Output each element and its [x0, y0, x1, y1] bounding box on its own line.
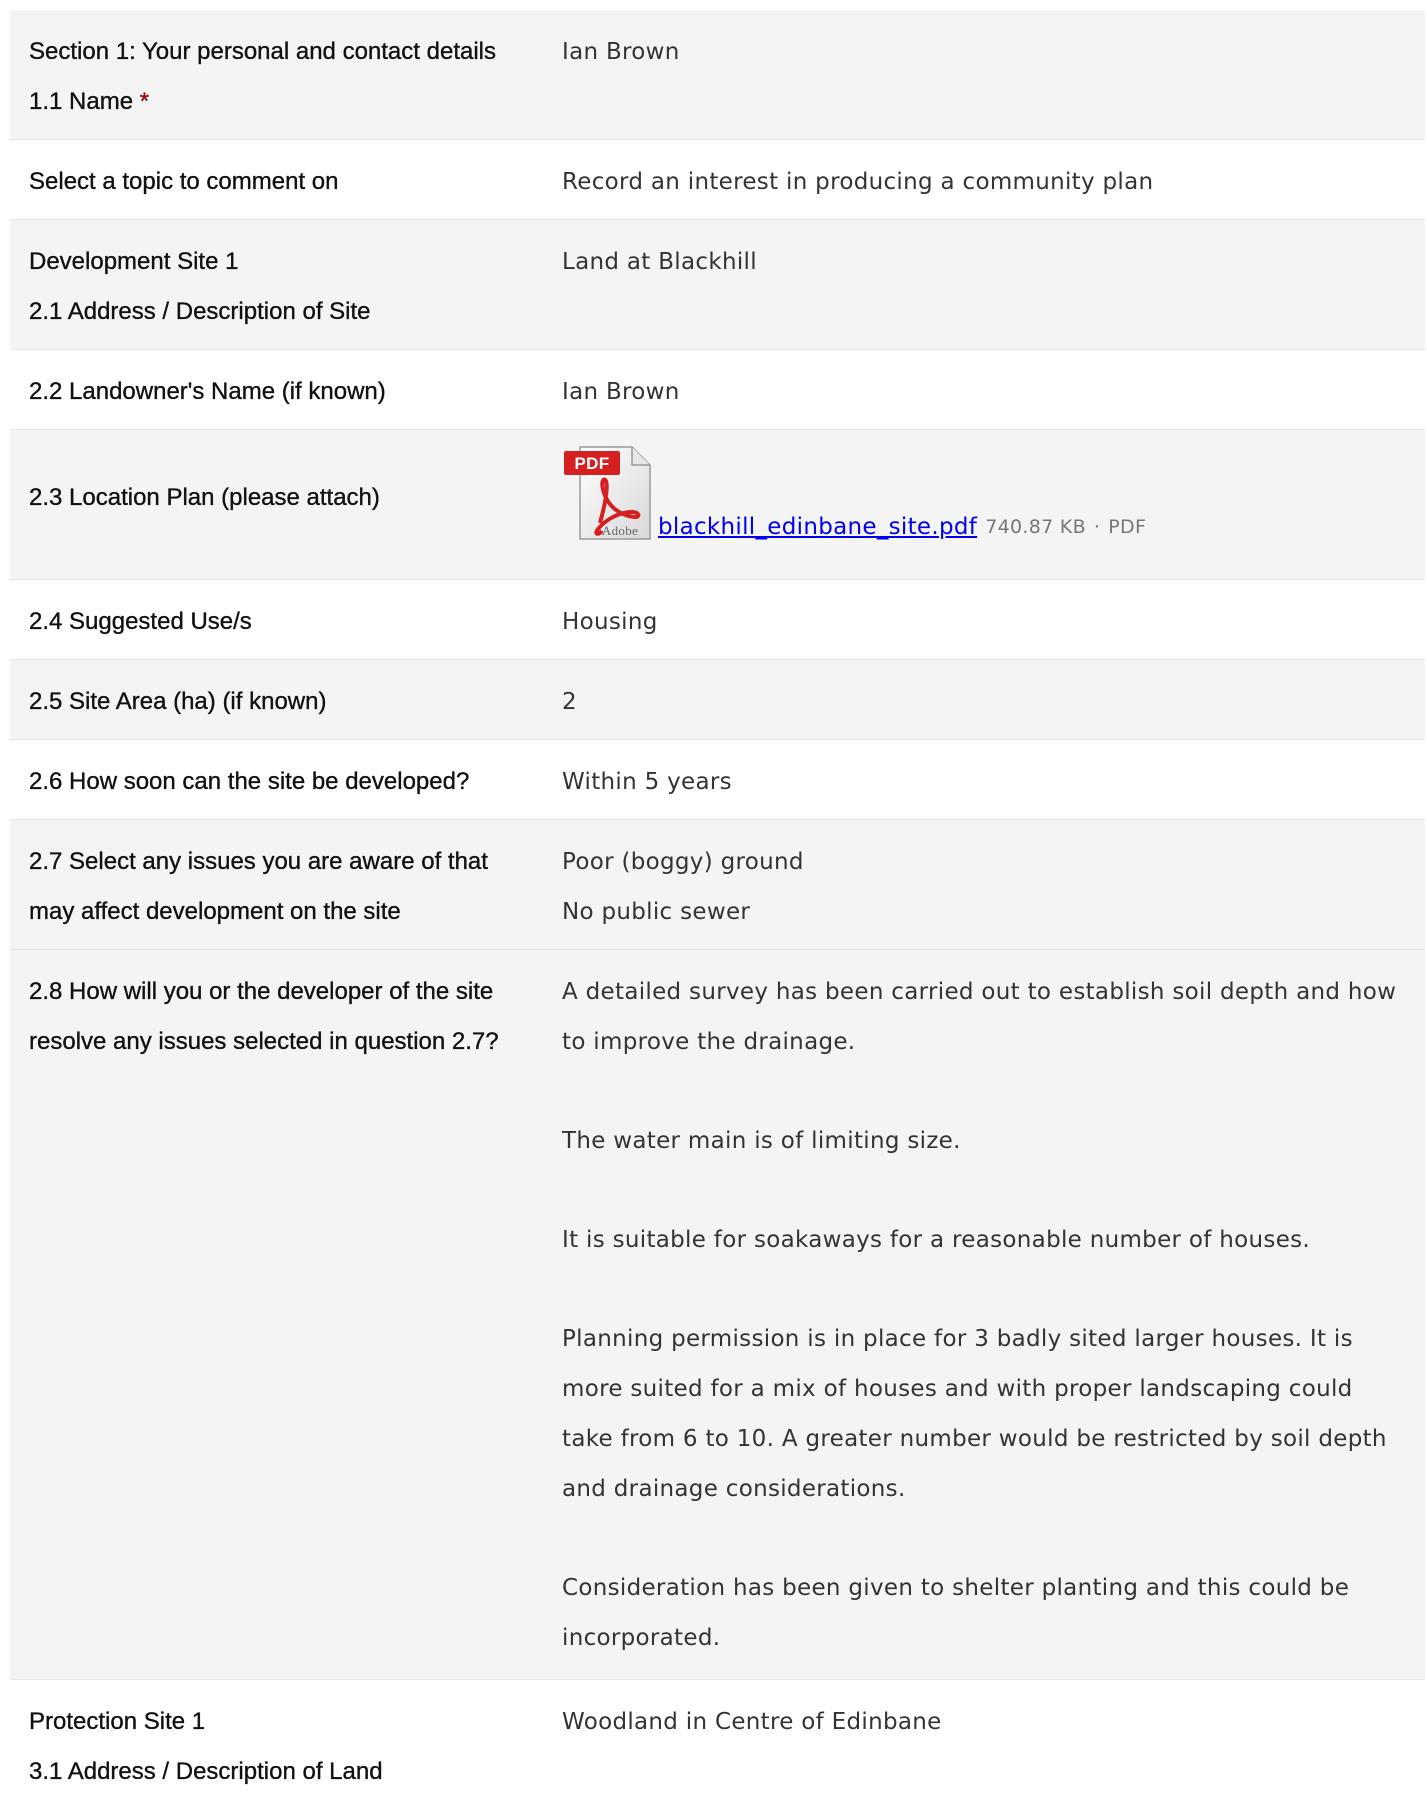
- field-label: 2.6 How soon can the site be developed?: [29, 768, 470, 795]
- field-label: resolve any issues selected in question …: [29, 1028, 499, 1055]
- row-label: 2.6 How soon can the site be developed?: [10, 740, 562, 819]
- attachment: PDF Adobe blackhill_edinbane_site.pdf 74…: [562, 441, 1415, 545]
- value-text: 2: [562, 689, 577, 715]
- row-issues: 2.7 Select any issues you are aware of t…: [10, 820, 1425, 950]
- row-label: Select a topic to comment on: [10, 140, 562, 219]
- row-label: Section 1: Your personal and contact det…: [10, 10, 562, 139]
- row-label: 2.5 Site Area (ha) (if known): [10, 660, 562, 739]
- paragraph-line: It is suitable for soakaways for a reaso…: [562, 1227, 1311, 1253]
- paragraph-line: take from 6 to 10. A greater number woul…: [562, 1426, 1387, 1452]
- value-text: Housing: [562, 609, 658, 635]
- row-label: 2.2 Landowner's Name (if known): [10, 350, 562, 429]
- field-label: 2.2 Landowner's Name (if known): [29, 378, 386, 405]
- row-development-site: Development Site 1 2.1 Address / Descrip…: [10, 220, 1425, 350]
- value-text: Record an interest in producing a commun…: [562, 169, 1154, 195]
- paragraph-line: The water main is of limiting size.: [562, 1128, 961, 1154]
- paragraph: Planning permission is in place for 3 ba…: [562, 1314, 1415, 1514]
- value-text: No public sewer: [562, 899, 751, 925]
- file-size: 740.87 KB: [985, 516, 1086, 538]
- row-label: Development Site 1 2.1 Address / Descrip…: [10, 220, 562, 349]
- row-landowner: 2.2 Landowner's Name (if known) Ian Brow…: [10, 350, 1425, 430]
- paragraph: It is suitable for soakaways for a reaso…: [562, 1215, 1415, 1265]
- row-label: 2.8 How will you or the developer of the…: [10, 950, 562, 1679]
- row-name: Section 1: Your personal and contact det…: [10, 10, 1425, 140]
- row-timescale: 2.6 How soon can the site be developed? …: [10, 740, 1425, 820]
- attachment-link[interactable]: blackhill_edinbane_site.pdf: [658, 509, 977, 545]
- row-label: Protection Site 1 3.1 Address / Descript…: [10, 1680, 562, 1809]
- row-value: Ian Brown: [562, 10, 1425, 139]
- field-label: 2.5 Site Area (ha) (if known): [29, 688, 327, 715]
- row-resolve-issues: 2.8 How will you or the developer of the…: [10, 950, 1425, 1680]
- row-site-area: 2.5 Site Area (ha) (if known) 2: [10, 660, 1425, 740]
- field-label: 2.4 Suggested Use/s: [29, 608, 252, 635]
- value-text: Woodland in Centre of Edinbane: [562, 1709, 942, 1735]
- row-protection-site: Protection Site 1 3.1 Address / Descript…: [10, 1680, 1425, 1809]
- paragraph: The water main is of limiting size.: [562, 1116, 1415, 1166]
- row-label: 2.7 Select any issues you are aware of t…: [10, 820, 562, 949]
- value-text: Ian Brown: [562, 39, 680, 65]
- row-topic: Select a topic to comment on Record an i…: [10, 140, 1425, 220]
- paragraph-line: more suited for a mix of houses and with…: [562, 1376, 1353, 1402]
- field-label: 3.1 Address / Description of Land: [29, 1758, 383, 1785]
- paragraph-line: A detailed survey has been carried out t…: [562, 979, 1397, 1005]
- paragraph-line: Planning permission is in place for 3 ba…: [562, 1326, 1353, 1352]
- field-label: 2.1 Address / Description of Site: [29, 298, 371, 325]
- value-text: Land at Blackhill: [562, 249, 757, 275]
- paragraph-line: incorporated.: [562, 1625, 721, 1651]
- paragraph-line: Consideration has been given to shelter …: [562, 1575, 1350, 1601]
- row-value: Record an interest in producing a commun…: [562, 140, 1425, 219]
- row-value: PDF Adobe blackhill_edinbane_site.pdf 74…: [562, 430, 1425, 579]
- field-label: may affect development on the site: [29, 898, 401, 925]
- paragraph: A detailed survey has been carried out t…: [562, 967, 1415, 1067]
- row-label: 2.3 Location Plan (please attach): [10, 430, 562, 579]
- section-heading: Development Site 1: [29, 248, 239, 275]
- field-label: 2.3 Location Plan (please attach): [29, 484, 380, 511]
- section-heading: Section 1: Your personal and contact det…: [29, 38, 496, 65]
- submission-details-table: Section 1: Your personal and contact det…: [10, 10, 1425, 1809]
- row-value: Ian Brown: [562, 350, 1425, 429]
- paragraph-line: and drainage considerations.: [562, 1476, 906, 1502]
- row-value: 2: [562, 660, 1425, 739]
- value-text: Ian Brown: [562, 379, 680, 405]
- file-type: PDF: [1108, 516, 1147, 538]
- row-value: A detailed survey has been carried out t…: [562, 950, 1425, 1679]
- paragraph: Consideration has been given to shelter …: [562, 1563, 1415, 1663]
- section-heading: Protection Site 1: [29, 1708, 206, 1735]
- pdf-file-icon[interactable]: PDF Adobe: [562, 441, 658, 545]
- required-asterisk: *: [139, 88, 150, 115]
- pdf-badge-text: PDF: [575, 454, 610, 473]
- row-value: Poor (boggy) ground No public sewer: [562, 820, 1425, 949]
- row-value: Housing: [562, 580, 1425, 659]
- field-label: 1.1 Name: [29, 88, 140, 115]
- value-text: Within 5 years: [562, 769, 732, 795]
- field-label: Select a topic to comment on: [29, 168, 339, 195]
- value-text: Poor (boggy) ground: [562, 849, 804, 875]
- field-label: 2.8 How will you or the developer of the…: [29, 978, 494, 1005]
- row-value: Land at Blackhill: [562, 220, 1425, 349]
- meta-separator: ·: [1093, 516, 1101, 538]
- row-label: 2.4 Suggested Use/s: [10, 580, 562, 659]
- paragraph-line: to improve the drainage.: [562, 1029, 856, 1055]
- row-suggested-use: 2.4 Suggested Use/s Housing: [10, 580, 1425, 660]
- row-value: Woodland in Centre of Edinbane: [562, 1680, 1425, 1809]
- row-value: Within 5 years: [562, 740, 1425, 819]
- row-location-plan: 2.3 Location Plan (please attach) PDF Ad…: [10, 430, 1425, 580]
- field-label: 2.7 Select any issues you are aware of t…: [29, 848, 488, 875]
- adobe-logo-text: Adobe: [602, 523, 638, 538]
